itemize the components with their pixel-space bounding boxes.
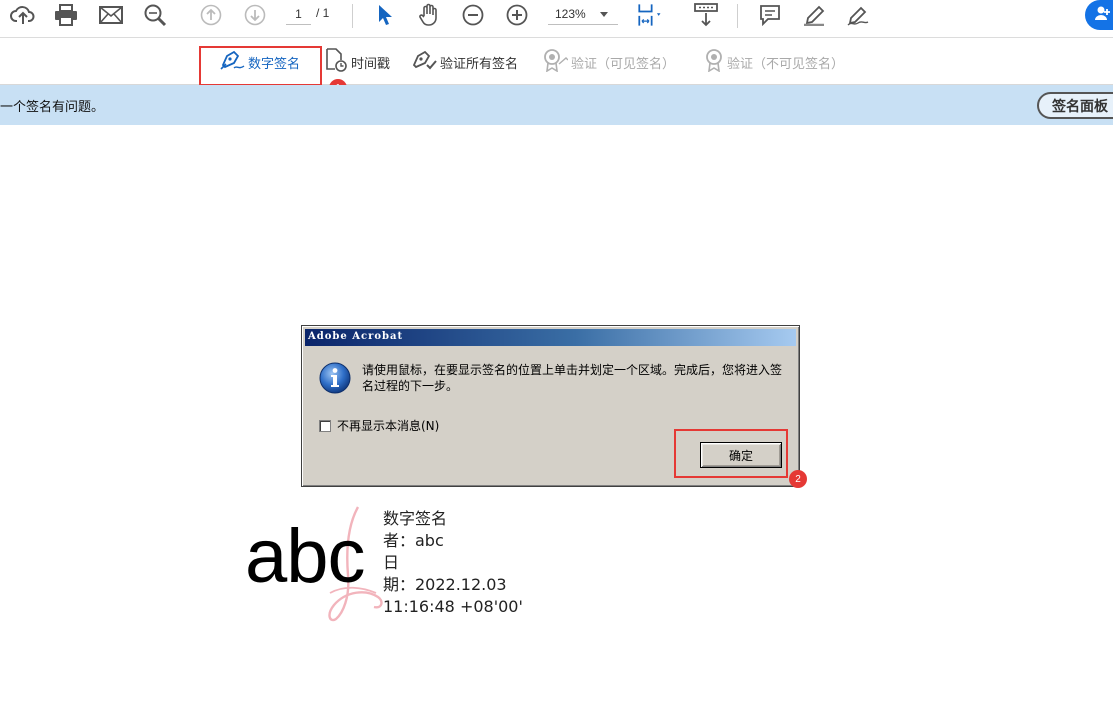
verify-all-signatures-button[interactable]: 验证所有签名 — [411, 50, 518, 74]
signature-status-bar: 一个签名有问题。 签名面板 — [0, 85, 1113, 125]
verify-visible-label: 验证（可见签名） — [571, 56, 676, 72]
verify-invisible-label: 验证（不可见签名） — [727, 56, 845, 72]
share-user-button[interactable] — [1085, 0, 1113, 30]
zoom-level-value: 123% — [555, 7, 586, 21]
page-total: / 1 — [316, 6, 330, 20]
user-icon — [1095, 5, 1111, 25]
cloud-upload-icon[interactable] — [8, 2, 38, 28]
signature-detail-line: 期：2022.12.03 — [383, 575, 507, 594]
dont-show-again-checkbox[interactable]: 不再显示本消息(N) — [319, 417, 439, 434]
chevron-down-icon — [600, 12, 608, 17]
timestamp-label: 时间戳 — [351, 56, 391, 72]
signature-detail-line: 日 — [383, 553, 400, 572]
annotation-step-badge: 2 — [789, 470, 807, 488]
signature-panel-button[interactable]: 签名面板 — [1037, 92, 1113, 119]
dont-show-again-label: 不再显示本消息(N) — [337, 419, 440, 433]
dialog-title: Adobe Acrobat — [308, 331, 404, 342]
dialog-message: 请使用鼠标，在要显示签名的位置上单击并划定一个区域。完成后，您将进入签名过程的下… — [362, 363, 783, 393]
checkbox-box[interactable] — [319, 419, 331, 432]
annotation-highlight-box — [199, 46, 322, 86]
signature-detail-line: 数字签名 — [383, 509, 448, 528]
scroll-mode-icon[interactable] — [691, 2, 721, 28]
pen-check-icon — [411, 49, 440, 75]
sign-pen-icon[interactable] — [843, 2, 873, 28]
verify-visible-signature-button[interactable]: 验证（可见签名） — [542, 48, 676, 76]
email-icon[interactable] — [96, 2, 126, 28]
award-ribbon-icon — [542, 48, 571, 76]
info-icon — [319, 362, 351, 398]
signature-detail-line: 11:16:48 +08'00' — [383, 597, 523, 616]
signature-toolbar: 数字签名 时间戳 验证所有签名 验证（可见签名） 验证（不可见签名） — [0, 39, 1113, 114]
main-toolbar: 1 / 1 123% — [0, 0, 1113, 38]
toolbar-divider — [737, 4, 738, 28]
search-icon[interactable] — [140, 2, 170, 28]
hand-tool-icon[interactable] — [414, 2, 444, 28]
select-cursor-icon[interactable] — [370, 2, 400, 28]
signature-status-message: 一个签名有问题。 — [0, 100, 105, 115]
toolbar-divider — [352, 4, 353, 28]
highlight-icon[interactable] — [799, 2, 829, 28]
comment-icon[interactable] — [755, 2, 785, 28]
signature-details: 数字签名 者：abc 日 期：2022.12.03 11:16:48 +08'0… — [383, 508, 523, 618]
previous-page-icon[interactable] — [196, 2, 226, 28]
verify-all-label: 验证所有签名 — [440, 56, 519, 72]
fit-page-icon[interactable] — [634, 2, 664, 28]
zoom-level-select[interactable]: 123% — [548, 3, 618, 25]
zoom-in-icon[interactable] — [502, 2, 532, 28]
verify-invisible-signature-button[interactable]: 验证（不可见签名） — [704, 48, 845, 76]
zoom-out-icon[interactable] — [458, 2, 488, 28]
signature-detail-line: 者：abc — [383, 531, 444, 550]
document-clock-icon — [324, 48, 351, 76]
next-page-icon[interactable] — [240, 2, 270, 28]
dialog-title-bar[interactable]: Adobe Acrobat — [305, 329, 796, 346]
signer-name-large: abc — [245, 514, 366, 599]
annotation-highlight-box — [674, 429, 788, 478]
print-icon[interactable] — [51, 2, 81, 28]
page-number-input[interactable]: 1 — [286, 3, 311, 25]
award-ribbon-icon — [704, 48, 727, 76]
timestamp-button[interactable]: 时间戳 — [324, 48, 391, 76]
